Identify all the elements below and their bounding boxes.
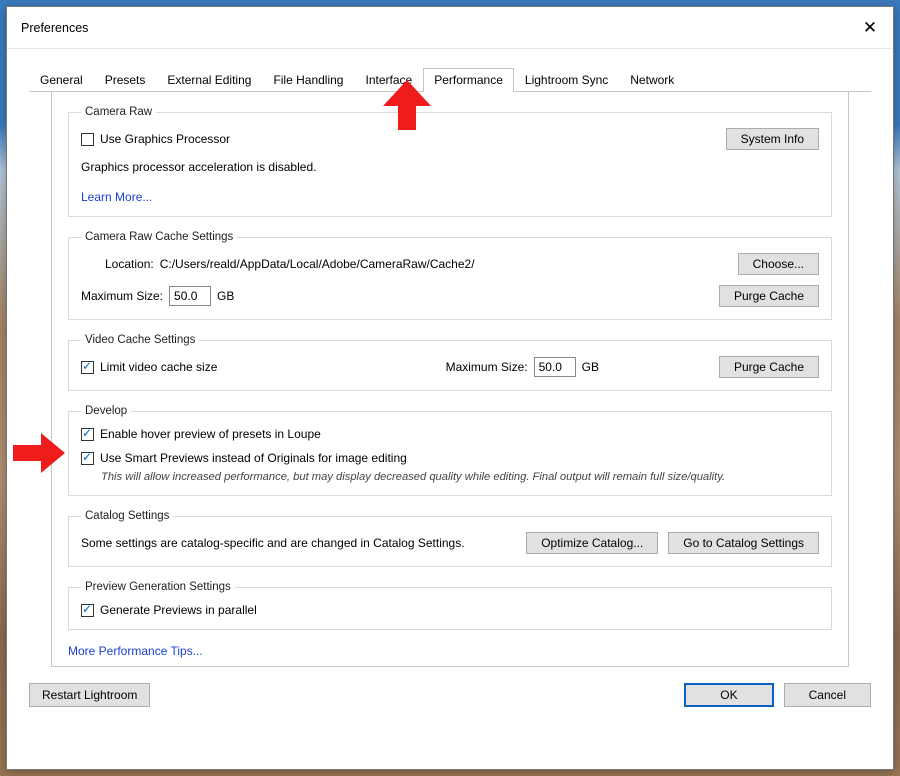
group-catalog-settings: Catalog Settings Some settings are catal… bbox=[68, 510, 832, 567]
tab-general[interactable]: General bbox=[29, 68, 94, 92]
hover-preview-checkbox[interactable] bbox=[81, 428, 94, 441]
titlebar: Preferences ✕ bbox=[7, 7, 893, 49]
learn-more-link[interactable]: Learn More... bbox=[81, 190, 152, 204]
dialog-footer: Restart Lightroom OK Cancel bbox=[7, 667, 893, 723]
limit-video-cache-checkbox[interactable] bbox=[81, 361, 94, 374]
tab-performance[interactable]: Performance bbox=[423, 68, 514, 92]
catalog-settings-text: Some settings are catalog-specific and a… bbox=[81, 536, 465, 550]
group-camera-raw-legend: Camera Raw bbox=[81, 106, 156, 118]
smart-previews-checkbox[interactable] bbox=[81, 452, 94, 465]
use-gpu-checkbox[interactable] bbox=[81, 133, 94, 146]
limit-video-cache-label: Limit video cache size bbox=[100, 360, 217, 374]
tabstrip-container: General Presets External Editing File Ha… bbox=[7, 49, 893, 667]
smart-previews-label: Use Smart Previews instead of Originals … bbox=[100, 451, 407, 465]
group-preview-generation: Preview Generation Settings Generate Pre… bbox=[68, 581, 832, 630]
tab-file-handling[interactable]: File Handling bbox=[262, 68, 354, 92]
goto-catalog-settings-button[interactable]: Go to Catalog Settings bbox=[668, 532, 819, 554]
use-gpu-label: Use Graphics Processor bbox=[100, 132, 230, 146]
hover-preview-label: Enable hover preview of presets in Loupe bbox=[100, 427, 321, 441]
video-cache-max-size-input[interactable] bbox=[534, 357, 576, 377]
window-title: Preferences bbox=[21, 21, 88, 35]
preferences-window: Preferences ✕ General Presets External E… bbox=[6, 6, 894, 770]
tabpage-performance: Camera Raw Use Graphics Processor System… bbox=[51, 92, 849, 667]
cache-location-value: C:/Users/reald/AppData/Local/Adobe/Camer… bbox=[160, 257, 475, 271]
group-preview-generation-legend: Preview Generation Settings bbox=[81, 581, 235, 593]
gpu-status-text: Graphics processor acceleration is disab… bbox=[81, 160, 316, 174]
group-catalog-settings-legend: Catalog Settings bbox=[81, 510, 173, 522]
tab-presets[interactable]: Presets bbox=[94, 68, 157, 92]
group-develop-legend: Develop bbox=[81, 405, 131, 417]
system-info-button[interactable]: System Info bbox=[726, 128, 819, 150]
optimize-catalog-button[interactable]: Optimize Catalog... bbox=[526, 532, 658, 554]
tab-external-editing[interactable]: External Editing bbox=[156, 68, 262, 92]
close-icon: ✕ bbox=[863, 18, 877, 38]
cache-max-size-input[interactable] bbox=[169, 286, 211, 306]
generate-parallel-label: Generate Previews in parallel bbox=[100, 603, 257, 617]
tab-network[interactable]: Network bbox=[619, 68, 685, 92]
tabstrip: General Presets External Editing File Ha… bbox=[29, 67, 871, 92]
group-video-cache: Video Cache Settings Limit video cache s… bbox=[68, 334, 832, 391]
group-camera-raw-cache-legend: Camera Raw Cache Settings bbox=[81, 231, 237, 243]
close-button[interactable]: ✕ bbox=[847, 7, 893, 48]
purge-video-cache-button[interactable]: Purge Cache bbox=[719, 356, 819, 378]
video-cache-max-size-label: Maximum Size: bbox=[446, 360, 528, 374]
purge-cache-button[interactable]: Purge Cache bbox=[719, 285, 819, 307]
tab-lightroom-sync[interactable]: Lightroom Sync bbox=[514, 68, 619, 92]
group-camera-raw: Camera Raw Use Graphics Processor System… bbox=[68, 106, 832, 217]
cache-location-label: Location: bbox=[105, 257, 154, 271]
group-develop: Develop Enable hover preview of presets … bbox=[68, 405, 832, 496]
generate-parallel-checkbox[interactable] bbox=[81, 604, 94, 617]
restart-lightroom-button[interactable]: Restart Lightroom bbox=[29, 683, 150, 707]
group-camera-raw-cache: Camera Raw Cache Settings Location: C:/U… bbox=[68, 231, 832, 320]
ok-button[interactable]: OK bbox=[684, 683, 773, 707]
video-cache-gb-label: GB bbox=[582, 360, 599, 374]
cancel-button[interactable]: Cancel bbox=[784, 683, 871, 707]
smart-previews-hint: This will allow increased performance, b… bbox=[101, 471, 819, 483]
cache-max-size-label: Maximum Size: bbox=[81, 289, 163, 303]
group-video-cache-legend: Video Cache Settings bbox=[81, 334, 199, 346]
cache-gb-label: GB bbox=[217, 289, 234, 303]
choose-cache-button[interactable]: Choose... bbox=[738, 253, 819, 275]
tab-interface[interactable]: Interface bbox=[354, 68, 423, 92]
more-performance-tips-link[interactable]: More Performance Tips... bbox=[68, 644, 203, 658]
